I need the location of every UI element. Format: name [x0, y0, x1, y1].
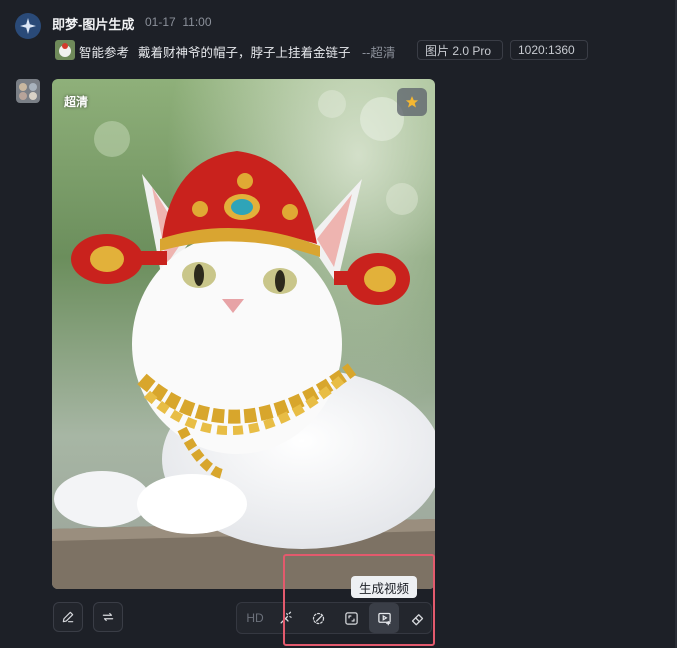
inpaint-button[interactable]	[303, 603, 333, 633]
model-tag: 图片 2.0 Pro	[417, 40, 503, 60]
video-generate-icon	[377, 612, 391, 625]
spark-icon	[20, 18, 36, 34]
edit-prompt-button[interactable]	[53, 602, 83, 632]
lasso-brush-icon	[312, 612, 324, 624]
message-time: 11:00	[182, 15, 212, 29]
repeat-icon	[102, 612, 114, 622]
pencil-icon	[62, 611, 74, 623]
erase-button[interactable]	[402, 603, 432, 633]
prompt-text: 戴着财神爷的帽子，脖子上挂着金链子	[138, 46, 351, 60]
message-timestamp: 01-17 11:00	[145, 15, 212, 29]
magic-pen-icon	[280, 611, 292, 623]
hd-upscale-button[interactable]: HD	[240, 603, 270, 633]
eraser-icon	[411, 613, 423, 625]
aspect-ratio-tag: 1020:1360	[510, 40, 588, 60]
favorite-button[interactable]	[397, 88, 427, 116]
expand-frame-icon	[344, 611, 358, 625]
generated-image[interactable]	[52, 79, 435, 589]
reference-thumbnail[interactable]	[55, 40, 75, 60]
quality-badge: 超清	[64, 95, 89, 109]
generate-video-tooltip: 生成视频	[351, 576, 418, 598]
prompt-quality-suffix: --超清	[362, 46, 396, 60]
star-icon	[405, 96, 419, 108]
app-avatar	[15, 13, 41, 39]
expand-button[interactable]	[336, 603, 366, 633]
regenerate-button[interactable]	[93, 602, 123, 632]
smart-reference-label: 智能参考	[79, 46, 130, 60]
app-name: 即梦-图片生成	[52, 17, 135, 32]
retouch-button[interactable]	[270, 603, 300, 633]
user-avatar	[16, 79, 40, 103]
message-date: 01-17	[145, 15, 176, 29]
generate-video-button[interactable]	[369, 603, 399, 633]
